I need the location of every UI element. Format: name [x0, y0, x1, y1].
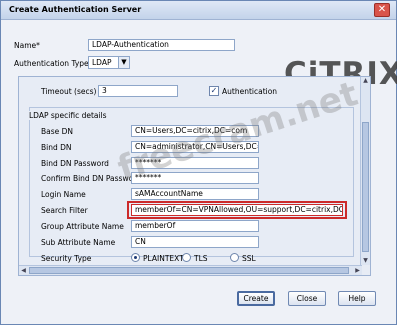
title-bar: Create Authentication Server ✕	[1, 1, 396, 20]
scroll-down-icon[interactable]: ▼	[361, 257, 370, 265]
help-button[interactable]: Help	[338, 291, 376, 306]
authentication-checkbox[interactable]: ✓	[209, 86, 219, 96]
close-button[interactable]: Close	[288, 291, 326, 306]
timeout-label: Timeout (secs)	[41, 87, 97, 96]
create-button[interactable]: Create	[237, 291, 275, 306]
auth-type-value: LDAP	[92, 58, 112, 67]
scroll-up-icon[interactable]: ▲	[361, 77, 370, 85]
bind-dn-label: Bind DN	[41, 143, 72, 152]
radio-tls[interactable]	[182, 253, 191, 262]
scroll-right-icon[interactable]: ▶	[353, 267, 362, 275]
scroll-left-icon[interactable]: ◀	[19, 267, 28, 275]
search-filter-label: Search Filter	[41, 206, 88, 215]
security-type-label: Security Type	[41, 254, 92, 263]
vertical-scroll-thumb[interactable]	[362, 122, 369, 252]
radio-tls-label: TLS	[194, 254, 208, 263]
group-attribute-name-label: Group Attribute Name	[41, 222, 124, 231]
login-name-label: Login Name	[41, 190, 86, 199]
radio-plaintext-label: PLAINTEXT	[143, 254, 184, 263]
radio-ssl-label: SSL	[242, 254, 256, 263]
login-name-field[interactable]: sAMAccountName	[131, 188, 259, 200]
window-title: Create Authentication Server	[9, 5, 142, 14]
horizontal-scroll-thumb[interactable]	[29, 267, 349, 274]
auth-type-select[interactable]: LDAP ▼	[88, 56, 130, 69]
horizontal-scrollbar[interactable]: ◀ ▶	[19, 265, 362, 275]
radio-ssl[interactable]	[230, 253, 239, 262]
chevron-down-icon: ▼	[118, 57, 129, 68]
vertical-scrollbar[interactable]: ▲ ▼	[360, 77, 370, 265]
dialog-window: Create Authentication Server ✕ Name* LDA…	[0, 0, 397, 325]
base-dn-label: Base DN	[41, 127, 74, 136]
timeout-field[interactable]: 3	[98, 85, 178, 97]
name-field[interactable]: LDAP-Authentication	[88, 39, 235, 51]
bind-dn-password-label: Bind DN Password	[41, 159, 109, 168]
close-icon[interactable]: ✕	[374, 3, 390, 17]
name-label: Name*	[14, 41, 40, 50]
search-filter-highlight	[127, 201, 347, 219]
radio-plaintext[interactable]	[131, 253, 140, 262]
auth-type-label: Authentication Type	[14, 59, 89, 68]
sub-attribute-name-field[interactable]: CN	[131, 236, 259, 248]
sub-attribute-name-label: Sub Attribute Name	[41, 238, 116, 247]
authentication-label: Authentication	[222, 87, 278, 96]
ldap-section-label: LDAP specific details	[27, 111, 109, 120]
group-attribute-name-field[interactable]: memberOf	[131, 220, 259, 232]
